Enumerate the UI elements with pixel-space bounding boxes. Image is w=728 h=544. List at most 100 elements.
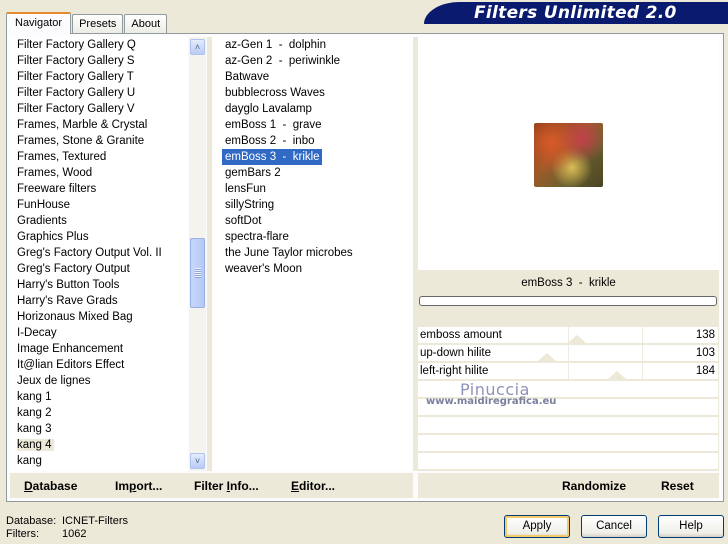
tab-navigator[interactable]: Navigator <box>6 12 72 34</box>
chevron-down-icon: ˅ <box>194 456 201 466</box>
category-label: Filter Factory Gallery Q <box>17 39 136 51</box>
filter-item[interactable]: gemBars 2 <box>213 165 413 181</box>
category-item[interactable]: kang 1 <box>10 389 188 405</box>
app-title-banner: Filters Unlimited 2.0 <box>424 2 728 24</box>
filter-item[interactable]: spectra-flare <box>213 229 413 245</box>
cancel-button[interactable]: Cancel <box>581 515 647 538</box>
category-item[interactable]: It@lian Editors Effect <box>10 357 188 373</box>
filters-count-value: 1062 <box>62 527 87 540</box>
editor-button[interactable]: Editor... <box>291 479 335 493</box>
category-label: Gradients <box>17 215 67 227</box>
parameter-slider[interactable]: emboss amount 138 <box>418 327 718 345</box>
category-item[interactable]: kang 4 <box>10 437 188 453</box>
category-item[interactable]: Gradients <box>10 213 188 229</box>
filter-item[interactable]: dayglo Lavalamp <box>213 101 413 117</box>
category-item[interactable]: kang 2 <box>10 405 188 421</box>
current-filter-title: emBoss 3 - krikle <box>521 277 616 289</box>
filter-label: emBoss 2 - inbo <box>225 135 315 147</box>
category-label: FunHouse <box>17 199 71 211</box>
filter-label: spectra-flare <box>225 231 289 243</box>
filter-item[interactable]: az-Gen 1 - dolphin <box>213 37 413 53</box>
category-item[interactable]: Filter Factory Gallery Q <box>10 37 188 53</box>
reset-button[interactable]: Reset <box>661 479 694 493</box>
parameter-slider[interactable]: up-down hilite 103 <box>418 345 718 363</box>
category-item[interactable]: Harry's Rave Grads <box>10 293 188 309</box>
filter-item[interactable]: az-Gen 2 - periwinkle <box>213 53 413 69</box>
help-button[interactable]: Help <box>658 515 724 538</box>
filter-item[interactable]: bubblecross Waves <box>213 85 413 101</box>
apply-button[interactable]: Apply <box>504 515 570 538</box>
scroll-down-button[interactable]: ˅ <box>190 453 205 469</box>
category-item[interactable]: Frames, Stone & Granite <box>10 133 188 149</box>
database-label: Database: <box>6 515 57 527</box>
category-item[interactable]: Greg's Factory Output <box>10 261 188 277</box>
category-item[interactable]: Jeux de lignes <box>10 373 188 389</box>
slider-handle[interactable] <box>568 335 587 343</box>
category-item[interactable]: I-Decay <box>10 325 188 341</box>
category-item[interactable]: Filter Factory Gallery V <box>10 101 188 117</box>
filter-label: Batwave <box>225 71 270 83</box>
tab-presets[interactable]: Presets <box>72 14 124 34</box>
category-label: Greg's Factory Output <box>17 263 130 275</box>
scroll-up-button[interactable]: ˄ <box>190 39 205 55</box>
category-item[interactable]: Frames, Textured <box>10 149 188 165</box>
parameter-name: left-right hilite <box>420 365 489 377</box>
progress-bar <box>419 296 717 306</box>
category-item[interactable]: Horizonaus Mixed Bag <box>10 309 188 325</box>
category-label: Greg's Factory Output Vol. II <box>17 247 162 259</box>
category-item[interactable]: Graphics Plus <box>10 229 188 245</box>
parameter-list: emboss amount 138 up-down hilite 103 left-ri… <box>418 327 718 471</box>
filter-label: az-Gen 2 - periwinkle <box>225 55 341 67</box>
filter-item[interactable]: softDot <box>213 213 413 229</box>
slider-handle[interactable] <box>537 353 556 361</box>
slider-handle[interactable] <box>607 371 626 379</box>
filter-item[interactable]: lensFun <box>213 181 413 197</box>
category-label: Filter Factory Gallery U <box>17 87 136 99</box>
filter-info-button[interactable]: Filter Info... <box>194 479 259 493</box>
empty-parameter-slot <box>418 417 718 435</box>
filter-item[interactable]: Batwave <box>213 69 413 85</box>
preview-thumbnail[interactable] <box>534 123 603 187</box>
category-label: Filter Factory Gallery S <box>17 55 135 67</box>
tab-bar: Navigator Presets About <box>6 12 168 34</box>
filter-item[interactable]: emBoss 1 - grave <box>213 117 413 133</box>
category-item[interactable]: Frames, Wood <box>10 165 188 181</box>
category-label: It@lian Editors Effect <box>17 359 125 371</box>
category-label: kang 3 <box>17 423 52 435</box>
parameter-slider[interactable]: left-right hilite 184 <box>418 363 718 381</box>
category-item[interactable]: Filter Factory Gallery T <box>10 69 188 85</box>
navigator-toolbar: Database Import... Filter Info... Editor… <box>10 473 413 498</box>
filter-label: gemBars 2 <box>225 167 281 179</box>
filter-item[interactable]: emBoss 2 - inbo <box>213 133 413 149</box>
category-item[interactable]: Frames, Marble & Crystal <box>10 117 188 133</box>
category-label: kang 4 <box>17 439 54 451</box>
filter-item[interactable]: weaver's Moon <box>213 261 413 277</box>
database-button[interactable]: Database <box>24 479 77 493</box>
category-list[interactable]: Filter Factory Gallery Q Filter Factory G… <box>10 37 188 471</box>
filter-label: softDot <box>225 215 262 227</box>
category-label: Frames, Stone & Granite <box>17 135 145 147</box>
filter-item[interactable]: emBoss 3 - krikle <box>213 149 413 165</box>
category-label: Horizonaus Mixed Bag <box>17 311 133 323</box>
randomize-button[interactable]: Randomize <box>562 479 626 493</box>
import-button[interactable]: Import... <box>115 479 162 493</box>
category-item[interactable]: FunHouse <box>10 197 188 213</box>
scroll-thumb[interactable] <box>190 238 205 308</box>
category-item[interactable]: Freeware filters <box>10 181 188 197</box>
parameter-value: 184 <box>695 365 715 377</box>
category-item[interactable]: Image Enhancement <box>10 341 188 357</box>
category-item[interactable]: kang 3 <box>10 421 188 437</box>
database-value: ICNET-Filters <box>62 515 128 527</box>
tab-about[interactable]: About <box>124 14 168 34</box>
category-item[interactable]: Harry's Button Tools <box>10 277 188 293</box>
category-label: kang 2 <box>17 407 52 419</box>
filter-item[interactable]: the June Taylor microbes <box>213 245 413 261</box>
category-item[interactable]: Filter Factory Gallery U <box>10 85 188 101</box>
category-item[interactable]: Filter Factory Gallery S <box>10 53 188 69</box>
filter-label: the June Taylor microbes <box>225 247 353 259</box>
filter-list[interactable]: az-Gen 1 - dolphin az-Gen 2 - periwinkle B… <box>213 37 413 471</box>
category-scrollbar[interactable]: ˄ ˅ <box>189 37 206 471</box>
category-item[interactable]: Greg's Factory Output Vol. II <box>10 245 188 261</box>
filter-item[interactable]: sillyString <box>213 197 413 213</box>
category-item[interactable]: kang <box>10 453 188 469</box>
